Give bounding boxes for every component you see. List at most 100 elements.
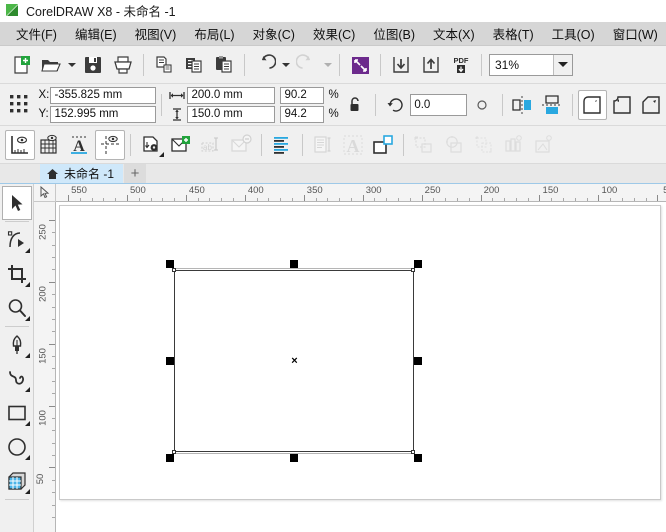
handle-top-right[interactable]: [414, 260, 422, 268]
corner-scallop-button[interactable]: [607, 90, 636, 120]
handle-top-center[interactable]: [290, 260, 298, 268]
width-percent-input[interactable]: 90.2: [280, 87, 324, 104]
tool-artistic-media-flyout-arrow[interactable]: [25, 387, 30, 392]
horizontal-ruler[interactable]: 55050045040035030025020015010050: [56, 184, 666, 202]
show-guidelines-button[interactable]: [95, 130, 125, 160]
import-button[interactable]: [386, 50, 416, 80]
save-document-button[interactable]: [78, 50, 108, 80]
drawing-canvas[interactable]: ×: [56, 202, 666, 532]
tool-rectangle[interactable]: [2, 396, 32, 430]
document-tab-untitled-1[interactable]: 未命名 -1: [40, 164, 123, 183]
ruler-tick-minor: [115, 198, 116, 201]
handle-middle-right[interactable]: [414, 357, 422, 365]
vertical-ruler[interactable]: 25020015010050: [34, 202, 56, 532]
menu-window[interactable]: 窗口(W): [604, 22, 666, 45]
undo-button[interactable]: [250, 50, 280, 80]
y-position-input[interactable]: 152.995 mm: [50, 106, 156, 123]
handle-bottom-left[interactable]: [166, 454, 174, 462]
menu-edit[interactable]: 编辑(E): [66, 22, 126, 45]
tool-ellipse[interactable]: [2, 430, 32, 464]
menu-file[interactable]: 文件(F): [7, 22, 66, 45]
height-percent-input[interactable]: 94.2: [280, 106, 324, 123]
mirror-vertical-button[interactable]: [537, 90, 566, 120]
rotation-angle-input[interactable]: 0.0: [410, 94, 467, 116]
y-position-label: Y:: [38, 108, 50, 120]
tool-crop-flyout-arrow[interactable]: [25, 282, 30, 287]
rotation-center-circle-icon[interactable]: [467, 90, 496, 120]
canvas-row: 25020015010050: [34, 202, 666, 532]
handle-middle-left[interactable]: [166, 357, 174, 365]
zoom-level-combo[interactable]: 31%: [489, 54, 573, 76]
tool-ellipse-flyout-arrow[interactable]: [25, 455, 30, 460]
tool-artistic-media[interactable]: [2, 362, 32, 396]
print-button[interactable]: [108, 50, 138, 80]
menu-layout[interactable]: 布局(L): [185, 22, 243, 45]
menu-table[interactable]: 表格(T): [484, 22, 543, 45]
undo-dropdown[interactable]: [280, 51, 292, 79]
node-top-right[interactable]: [411, 268, 415, 272]
handle-bottom-right[interactable]: [414, 454, 422, 462]
tool-freehand[interactable]: [2, 328, 32, 362]
insert-page-button[interactable]: [166, 130, 196, 160]
new-document-button[interactable]: [6, 50, 36, 80]
copy-button[interactable]: [179, 50, 209, 80]
menu-bitmap[interactable]: 位图(B): [364, 22, 424, 45]
height-input[interactable]: 150.0 mm: [187, 106, 275, 123]
x-position-input[interactable]: -355.825 mm: [50, 87, 156, 104]
ruler-tick-major: [49, 406, 55, 407]
svg-text:PDF: PDF: [454, 56, 469, 65]
tool-zoom[interactable]: [2, 291, 32, 325]
ruler-label: 50: [35, 474, 46, 485]
tool-shape-flyout-arrow[interactable]: [25, 248, 30, 253]
ruler-tick-minor: [268, 198, 269, 201]
tool-graph-paper-flyout-arrow[interactable]: [25, 489, 30, 494]
order-objects-button[interactable]: [368, 130, 398, 160]
corel-connect-button[interactable]: [345, 50, 375, 80]
ruler-tick-minor: [469, 198, 470, 201]
object-origin-grid-icon[interactable]: [5, 90, 34, 120]
mirror-horizontal-button[interactable]: [508, 90, 537, 120]
object-size-group: 200.0 mm 150.0 mm: [167, 87, 275, 123]
export-button[interactable]: [416, 50, 446, 80]
width-input[interactable]: 200.0 mm: [187, 87, 275, 104]
tool-zoom-flyout-arrow[interactable]: [25, 316, 30, 321]
menu-effects[interactable]: 效果(C): [304, 22, 364, 45]
tool-rectangle-flyout-arrow[interactable]: [25, 421, 30, 426]
show-text-button[interactable]: A: [65, 130, 95, 160]
ruler-tick-minor: [52, 257, 55, 258]
show-rulers-button[interactable]: [5, 130, 35, 160]
ruler-tick-major: [49, 344, 55, 345]
handle-top-left[interactable]: [166, 260, 174, 268]
cut-button[interactable]: [149, 50, 179, 80]
tool-crop[interactable]: [2, 257, 32, 291]
corner-chamfer-button[interactable]: [637, 90, 666, 120]
ruler-origin-icon[interactable]: [34, 184, 56, 202]
zoom-level-dropdown-arrow[interactable]: [553, 55, 572, 75]
corner-round-button[interactable]: [578, 90, 607, 120]
tool-shape[interactable]: [2, 223, 32, 257]
menu-view[interactable]: 视图(V): [126, 22, 186, 45]
node-top-left[interactable]: [172, 268, 176, 272]
menu-object[interactable]: 对象(C): [244, 22, 304, 45]
tool-graph-paper[interactable]: [2, 464, 32, 498]
document-options-flyout-arrow[interactable]: [159, 152, 164, 157]
add-document-tab-button[interactable]: +: [124, 164, 146, 183]
menu-text[interactable]: 文本(X): [424, 22, 484, 45]
tool-freehand-flyout-arrow[interactable]: [25, 353, 30, 358]
open-document-dropdown[interactable]: [66, 51, 78, 79]
tool-pick[interactable]: [2, 186, 32, 220]
ruler-label: 250: [37, 224, 48, 240]
document-options-button[interactable]: [136, 130, 166, 160]
handle-bottom-center[interactable]: [290, 454, 298, 462]
export-pdf-button[interactable]: PDF: [446, 50, 476, 80]
open-document-button[interactable]: [36, 50, 66, 80]
align-distribute-button[interactable]: [267, 130, 297, 160]
coreldraw-logo-icon: [5, 3, 20, 18]
ruler-tick-minor: [410, 198, 411, 201]
ruler-tick-minor: [52, 307, 55, 308]
lock-ratio-button[interactable]: [340, 90, 369, 120]
paste-button[interactable]: [209, 50, 239, 80]
menu-tools[interactable]: 工具(O): [543, 22, 604, 45]
show-grid-button[interactable]: [35, 130, 65, 160]
toolbox-separator-2: [5, 326, 29, 327]
